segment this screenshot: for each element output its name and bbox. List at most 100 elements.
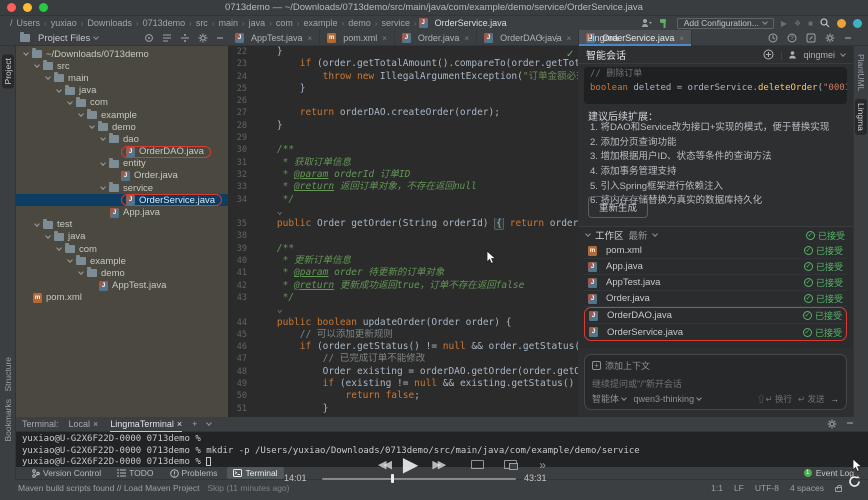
model-dropdown[interactable]: qwen3-thinking	[634, 394, 701, 404]
tab-orderdao-java[interactable]: JOrderDAO.java×	[477, 30, 579, 46]
expanded-chevron-icon[interactable]	[56, 245, 62, 251]
workspace-file-order-java[interactable]: JOrder.java✓已接受	[584, 291, 847, 307]
gear-icon[interactable]	[198, 33, 208, 43]
expanded-chevron-icon[interactable]	[100, 160, 106, 166]
expanded-chevron-icon[interactable]	[89, 123, 95, 129]
tree-item-pom-xml[interactable]: mpom.xml	[16, 292, 228, 304]
breadcrumb-item[interactable]: 0713demo	[141, 18, 188, 28]
workspace-file-orderdao-java[interactable]: JOrderDAO.java✓已接受	[585, 308, 846, 324]
regenerate-button[interactable]: 重新生成	[588, 196, 648, 218]
workspace-file-apptest-java[interactable]: JAppTest.java✓已接受	[584, 275, 847, 291]
tool-button-problems[interactable]: Problems	[164, 467, 224, 479]
breadcrumb-item[interactable]: src	[194, 18, 210, 28]
tool-button-todo[interactable]: TODO	[111, 467, 159, 479]
expanded-chevron-icon[interactable]	[78, 270, 84, 276]
close-tab-icon[interactable]: ×	[308, 34, 313, 43]
video-progress-handle[interactable]	[391, 474, 394, 483]
line-ending[interactable]: LF	[734, 483, 744, 493]
expanded-chevron-icon[interactable]	[34, 62, 40, 68]
search-icon[interactable]	[820, 18, 830, 28]
play-button[interactable]: ▶	[403, 452, 418, 477]
pip-icon[interactable]	[504, 460, 517, 469]
breadcrumb-item[interactable]: java	[247, 18, 268, 28]
workspace-file-orderservice-java[interactable]: JOrderService.java✓已接受	[585, 324, 846, 340]
breadcrumb-item[interactable]: Users	[15, 18, 43, 28]
expand-collapse-icon[interactable]	[180, 33, 190, 43]
user-icon[interactable]	[641, 18, 652, 28]
expanded-chevron-icon[interactable]	[100, 136, 106, 142]
tool-strip-lingma[interactable]: Lingma	[855, 99, 867, 135]
workspace-file-pom-xml[interactable]: mpom.xml✓已接受	[584, 243, 847, 259]
add-context-icon[interactable]: +	[592, 361, 601, 370]
avatar[interactable]	[837, 19, 846, 28]
tree-item-orderdao-java[interactable]: JOrderDAO.java	[16, 146, 228, 158]
expanded-chevron-icon[interactable]	[45, 75, 51, 81]
expanded-chevron-icon[interactable]	[100, 184, 106, 190]
terminal-tab-local[interactable]: Local×	[69, 417, 99, 432]
debug-button[interactable]: ❖	[794, 19, 801, 28]
tool-strip-structure[interactable]: Structure	[3, 357, 13, 392]
close-tab-icon[interactable]: ×	[464, 34, 469, 43]
speed-icon[interactable]: »	[539, 458, 546, 472]
close-tab-icon[interactable]: ×	[93, 419, 98, 429]
history-icon[interactable]	[768, 33, 778, 43]
tree-item-example[interactable]: example	[16, 109, 228, 121]
tool-button-terminal[interactable]: Terminal	[227, 467, 283, 479]
tree-item-main[interactable]: main	[16, 72, 228, 84]
tree-item-service[interactable]: service	[16, 182, 228, 194]
close-tab-icon[interactable]: ×	[382, 34, 387, 43]
tree-item-demo[interactable]: demo	[16, 121, 228, 133]
maven-notification[interactable]: Maven build scripts found // Load Maven …	[18, 483, 199, 493]
build-hammer-icon[interactable]	[659, 18, 670, 29]
expanded-chevron-icon[interactable]	[34, 221, 40, 227]
caret-position[interactable]: 1:1	[711, 483, 723, 493]
tree-item-src[interactable]: src	[16, 60, 228, 72]
breadcrumb-item[interactable]: yuxiao	[49, 18, 79, 28]
agent-mode-dropdown[interactable]: 智能体	[592, 392, 626, 405]
forward-button[interactable]: ▶▶	[432, 458, 443, 471]
tab-list-chevron-icon[interactable]	[539, 34, 545, 40]
tree-item-app-java[interactable]: JApp.java	[16, 206, 228, 218]
collapse-all-icon[interactable]	[162, 33, 172, 43]
new-chat-icon[interactable]	[806, 33, 816, 43]
expanded-chevron-icon[interactable]	[67, 99, 73, 105]
tree-item-com[interactable]: com	[16, 97, 228, 109]
tree-item-example[interactable]: example	[16, 255, 228, 267]
tree-item-java[interactable]: java	[16, 85, 228, 97]
tree-item-order-java[interactable]: JOrder.java	[16, 170, 228, 182]
tree-item-test[interactable]: test	[16, 219, 228, 231]
gear-icon[interactable]	[827, 419, 837, 429]
send-button[interactable]: →	[831, 394, 840, 404]
close-tab-icon[interactable]: ×	[567, 34, 572, 43]
collapse-chevron-icon[interactable]	[585, 231, 591, 237]
skip-link[interactable]: Skip (11 minutes ago)	[207, 483, 289, 493]
run-button[interactable]: ▶	[781, 19, 787, 28]
help-icon[interactable]: ?	[787, 33, 797, 43]
tab-order-java[interactable]: JOrder.java×	[395, 30, 477, 46]
expanded-chevron-icon[interactable]	[67, 257, 73, 263]
tree-item-com[interactable]: com	[16, 243, 228, 255]
chat-input-placeholder[interactable]: 继续提问或"/"新开会话	[592, 377, 839, 390]
plugin-badge-icon[interactable]	[853, 19, 862, 28]
tree-item-apptest-java[interactable]: JAppTest.java	[16, 280, 228, 292]
breadcrumb-file[interactable]: JOrderService.java	[419, 18, 507, 28]
breadcrumb-item[interactable]: com	[274, 18, 295, 28]
chat-input-box[interactable]: + 添加上下文 继续提问或"/"新开会话 智能体 qwen3-thinking …	[584, 354, 847, 410]
breadcrumb-item[interactable]: example	[302, 18, 340, 28]
project-view-selector[interactable]: Project Files	[38, 33, 90, 44]
breadcrumb-item[interactable]: service	[379, 18, 412, 28]
rewind-button[interactable]: ◀◀	[378, 458, 389, 471]
file-encoding[interactable]: UTF-8	[755, 483, 779, 493]
account-name[interactable]: qingmei	[803, 50, 835, 60]
hide-panel-icon[interactable]	[846, 419, 854, 427]
tree-item-java[interactable]: java	[16, 231, 228, 243]
code-editor[interactable]: 22 }23 if (order.getTotalAmount().compar…	[228, 46, 578, 417]
expanded-chevron-icon[interactable]	[78, 111, 84, 117]
terminal-tab-chevron-icon[interactable]	[207, 420, 213, 426]
breadcrumb-item[interactable]: main	[216, 18, 240, 28]
hide-panel-icon[interactable]	[844, 34, 852, 42]
tool-button-version-control[interactable]: Version Control	[26, 467, 107, 479]
expanded-chevron-icon[interactable]	[45, 233, 51, 239]
expanded-chevron-icon[interactable]	[56, 87, 62, 93]
tool-strip-bookmarks[interactable]: Bookmarks	[3, 399, 13, 442]
